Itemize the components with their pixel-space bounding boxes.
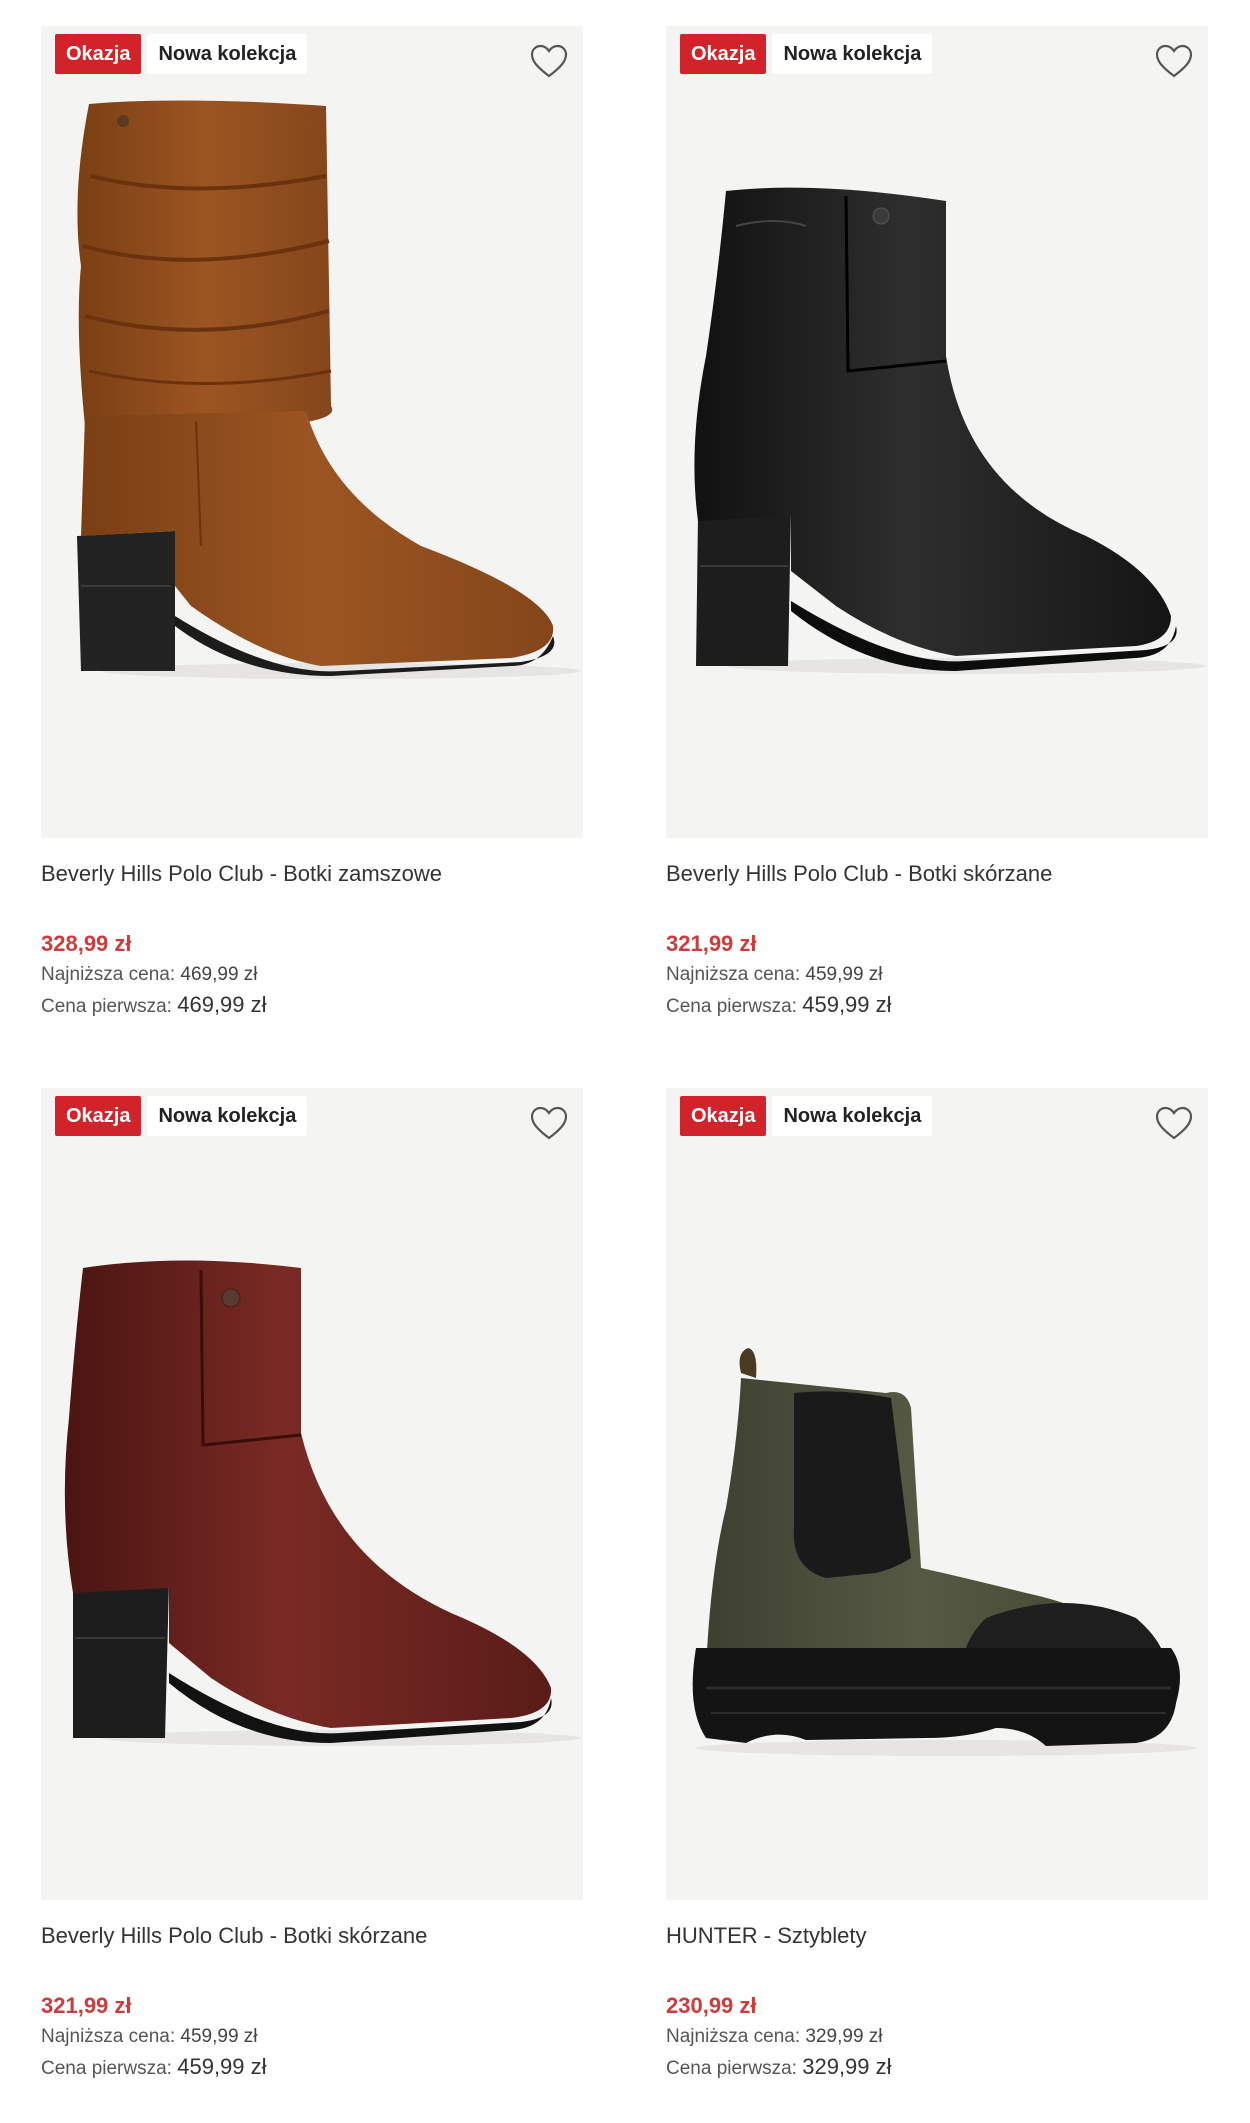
- product-price: 328,99 zł: [41, 931, 132, 956]
- product-image-box[interactable]: Okazja Nowa kolekcja: [41, 26, 583, 838]
- new-collection-badge: Nowa kolekcja: [147, 1096, 308, 1136]
- product-image-box[interactable]: Okazja Nowa kolekcja: [41, 1088, 583, 1900]
- new-collection-badge: Nowa kolekcja: [147, 34, 308, 74]
- product-name[interactable]: Beverly Hills Polo Club - Botki skórzane: [41, 1918, 583, 1954]
- sale-badge: Okazja: [680, 1096, 767, 1136]
- lowest-price-value: 469,99 zł: [180, 964, 258, 985]
- product-name[interactable]: Beverly Hills Polo Club - Botki skórzane: [666, 856, 1208, 892]
- product-image-box[interactable]: Okazja Nowa kolekcja: [666, 26, 1208, 838]
- product-name[interactable]: HUNTER - Sztyblety: [666, 1918, 1208, 1954]
- original-price-row: Cena pierwsza: 459,99 zł: [41, 2052, 583, 2082]
- original-price-label: Cena pierwsza:: [41, 996, 172, 1017]
- product-image[interactable]: [666, 26, 1208, 838]
- product-image-box[interactable]: Okazja Nowa kolekcja: [666, 1088, 1208, 1900]
- badges: Okazja Nowa kolekcja: [680, 34, 933, 74]
- badges: Okazja Nowa kolekcja: [55, 1096, 308, 1136]
- heart-outline-icon[interactable]: [529, 1104, 569, 1144]
- original-price-value: 459,99 zł: [177, 2054, 267, 2079]
- heart-outline-icon[interactable]: [1154, 1104, 1194, 1144]
- lowest-price-value: 329,99 zł: [805, 2026, 883, 2047]
- lowest-price-row: Najniższa cena: 459,99 zł: [41, 2022, 583, 2052]
- product-card[interactable]: Okazja Nowa kolekcja Beverly Hills Polo …: [41, 26, 583, 1020]
- original-price-value: 329,99 zł: [802, 2054, 892, 2079]
- lowest-price-value: 459,99 zł: [805, 964, 883, 985]
- heart-outline-icon[interactable]: [1154, 42, 1194, 82]
- original-price-row: Cena pierwsza: 459,99 zł: [666, 990, 1208, 1020]
- product-image[interactable]: [666, 1088, 1208, 1900]
- lowest-price-label: Najniższa cena:: [41, 2026, 176, 2047]
- lowest-price-row: Najniższa cena: 469,99 zł: [41, 960, 583, 990]
- new-collection-badge: Nowa kolekcja: [772, 1096, 933, 1136]
- badges: Okazja Nowa kolekcja: [680, 1096, 933, 1136]
- lowest-price-row: Najniższa cena: 459,99 zł: [666, 960, 1208, 990]
- lowest-price-row: Najniższa cena: 329,99 zł: [666, 2022, 1208, 2052]
- original-price-value: 459,99 zł: [802, 992, 892, 1017]
- product-card[interactable]: Okazja Nowa kolekcja Beverly Hills Polo …: [666, 26, 1208, 1020]
- badges: Okazja Nowa kolekcja: [55, 34, 308, 74]
- product-card[interactable]: Okazja Nowa kolekcja HUNTER - Sztyblety …: [666, 1088, 1208, 2082]
- sale-badge: Okazja: [55, 34, 142, 74]
- lowest-price-label: Najniższa cena:: [666, 964, 801, 985]
- original-price-row: Cena pierwsza: 469,99 zł: [41, 990, 583, 1020]
- product-price: 321,99 zł: [666, 931, 757, 956]
- original-price-row: Cena pierwsza: 329,99 zł: [666, 2052, 1208, 2082]
- original-price-label: Cena pierwsza:: [666, 2058, 797, 2079]
- product-image[interactable]: [41, 26, 583, 838]
- sale-badge: Okazja: [680, 34, 767, 74]
- product-price: 230,99 zł: [666, 1993, 757, 2018]
- product-name[interactable]: Beverly Hills Polo Club - Botki zamszowe: [41, 856, 583, 892]
- product-price: 321,99 zł: [41, 1993, 132, 2018]
- original-price-label: Cena pierwsza:: [666, 996, 797, 1017]
- product-card[interactable]: Okazja Nowa kolekcja Beverly Hills Polo …: [41, 1088, 583, 2082]
- new-collection-badge: Nowa kolekcja: [772, 34, 933, 74]
- lowest-price-label: Najniższa cena:: [666, 2026, 801, 2047]
- product-image[interactable]: [41, 1088, 583, 1900]
- original-price-value: 469,99 zł: [177, 992, 267, 1017]
- sale-badge: Okazja: [55, 1096, 142, 1136]
- original-price-label: Cena pierwsza:: [41, 2058, 172, 2079]
- product-grid: Okazja Nowa kolekcja Beverly Hills Polo …: [0, 0, 1250, 2123]
- lowest-price-label: Najniższa cena:: [41, 964, 176, 985]
- lowest-price-value: 459,99 zł: [180, 2026, 258, 2047]
- heart-outline-icon[interactable]: [529, 42, 569, 82]
